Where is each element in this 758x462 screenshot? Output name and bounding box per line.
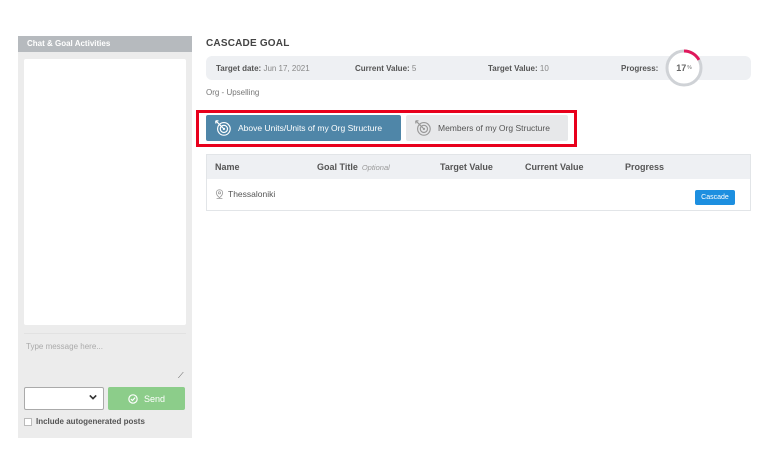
chat-feed[interactable]: [24, 59, 186, 325]
tab-above-units-label: Above Units/Units of my Org Structure: [238, 123, 383, 133]
current-value: Current Value: 5: [355, 64, 416, 73]
progress-percent: 17%: [664, 48, 704, 88]
table-row: Thessaloniki Cascade: [207, 179, 750, 210]
cascade-table: Name Goal Title Optional Target Value Cur…: [206, 154, 751, 211]
row-name: Thessaloniki: [215, 189, 275, 199]
target-value: Target Value: 10: [488, 64, 549, 73]
progress-label: Progress:: [621, 64, 659, 73]
current-value-label: Current Value:: [355, 64, 410, 73]
header-progress: Progress: [625, 162, 665, 172]
target-arrow-icon: [415, 120, 431, 136]
current-value-value: 5: [411, 64, 417, 73]
chat-panel: Chat & Goal Activities ⟋ Send Include au…: [18, 36, 192, 438]
target-arrow-icon: [215, 120, 231, 136]
target-value-label: Target Value:: [488, 64, 538, 73]
cascade-button[interactable]: Cascade: [695, 190, 735, 205]
target-date-label: Target date:: [216, 64, 262, 73]
progress-unit: %: [687, 65, 692, 71]
tab-members[interactable]: Members of my Org Structure: [406, 115, 568, 141]
progress: Progress:: [621, 64, 658, 73]
goal-summary-bar: Target date: Jun 17, 2021 Current Value:…: [206, 49, 751, 87]
header-name: Name: [215, 162, 240, 172]
progress-ring: 17%: [664, 48, 704, 88]
header-current-value: Current Value: [525, 162, 584, 172]
header-goal-title: Goal Title Optional: [317, 162, 390, 172]
send-label: Send: [143, 393, 166, 404]
header-target-value: Target Value: [440, 162, 493, 172]
breadcrumb: Org - Upselling: [206, 88, 260, 97]
target-value-value: 10: [539, 64, 549, 73]
target-date: Target date: Jun 17, 2021: [216, 64, 310, 73]
send-button[interactable]: Send: [108, 387, 185, 410]
table-header: Name Goal Title Optional Target Value Cur…: [207, 155, 750, 179]
chat-header: Chat & Goal Activities: [18, 36, 192, 52]
tab-above-units[interactable]: Above Units/Units of my Org Structure: [206, 115, 401, 141]
resize-handle-icon[interactable]: ⟋: [178, 371, 184, 381]
autogen-checkbox[interactable]: [24, 417, 32, 426]
progress-value: 17: [676, 63, 687, 73]
chevron-down-icon: [89, 394, 97, 400]
location-pin-icon: [215, 189, 224, 199]
autogen-label: Include autogenerated posts: [36, 417, 145, 426]
row-name-label: Thessaloniki: [228, 189, 276, 199]
channel-select[interactable]: [24, 387, 104, 410]
target-date-value: Jun 17, 2021: [263, 64, 310, 73]
chat-message-input[interactable]: [24, 333, 186, 381]
page-title: CASCADE GOAL: [206, 38, 290, 49]
header-goal-title-label: Goal Title: [317, 162, 358, 172]
autogen-option[interactable]: Include autogenerated posts: [24, 417, 145, 426]
check-circle-icon: [128, 393, 138, 404]
tab-members-label: Members of my Org Structure: [438, 123, 550, 133]
header-goal-title-hint: Optional: [361, 163, 390, 172]
